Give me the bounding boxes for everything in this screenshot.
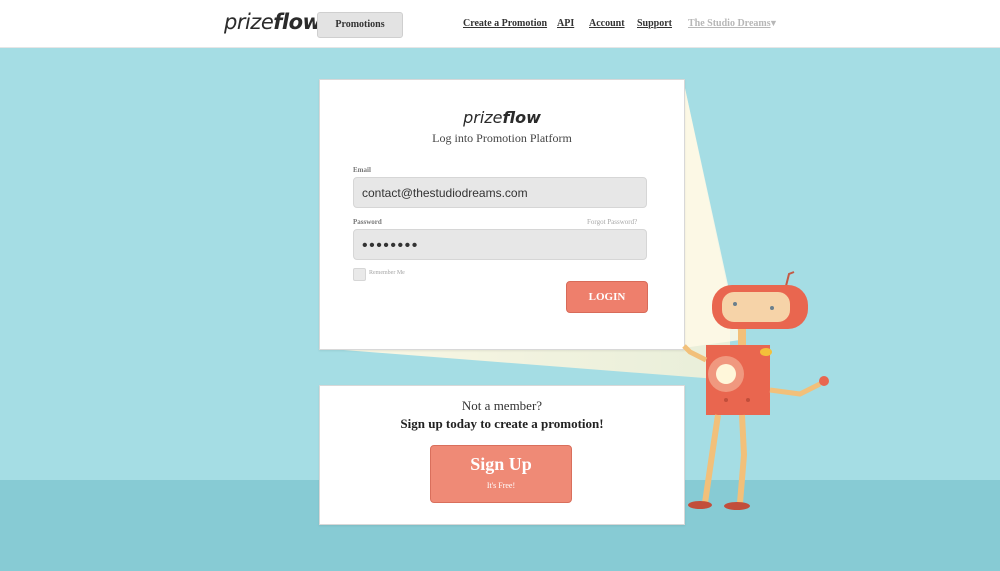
email-label: Email — [353, 166, 371, 174]
nav-api[interactable]: API — [557, 18, 574, 29]
chevron-down-icon[interactable]: ▼ — [769, 18, 778, 28]
signup-card: Not a member? Sign up today to create a … — [319, 385, 685, 525]
top-navigation-bar: prizeflow Promotions Create a Promotion … — [0, 0, 1000, 48]
nav-create-promotion[interactable]: Create a Promotion — [463, 18, 547, 29]
nav-account-menu[interactable]: The Studio Dreams — [688, 18, 771, 29]
nav-support[interactable]: Support — [637, 18, 672, 29]
nav-account[interactable]: Account — [589, 18, 625, 29]
signup-button-sublabel: It's Free! — [486, 481, 516, 490]
login-logo: prizeflow — [463, 108, 541, 127]
email-field[interactable] — [353, 177, 647, 208]
login-card: prizeflow Log into Promotion Platform Em… — [319, 79, 685, 350]
password-field[interactable]: •••••••• — [353, 229, 647, 260]
forgot-password-link[interactable]: Forgot Password? — [587, 218, 637, 226]
signup-button-label: Sign Up — [470, 454, 532, 474]
password-label: Password — [353, 218, 382, 226]
promotions-button[interactable]: Promotions — [317, 12, 403, 38]
login-title: Log into Promotion Platform — [432, 131, 572, 145]
signup-prompt: Not a member? — [461, 398, 543, 413]
remember-me-checkbox[interactable] — [353, 268, 366, 281]
login-button[interactable]: LOGIN — [566, 281, 648, 313]
signup-button[interactable]: Sign Up It's Free! — [430, 445, 572, 503]
signup-subtitle: Sign up today to create a promotion! — [400, 416, 604, 431]
brand-logo[interactable]: prizeflow — [224, 10, 322, 34]
remember-me-label[interactable]: Remember Me — [369, 270, 405, 276]
